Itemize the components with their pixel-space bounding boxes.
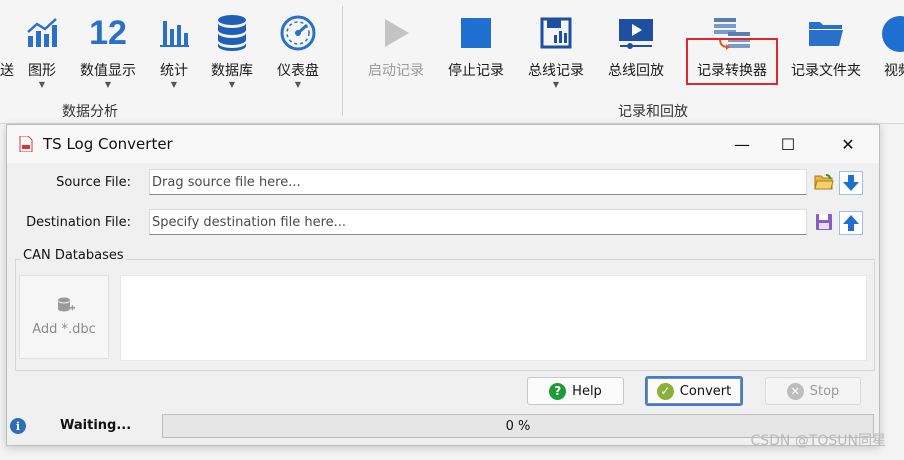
stop-record-label: 停止记录 [448, 63, 504, 79]
group-label-data-analysis: 数据分析 [62, 104, 118, 120]
dialog-titlebar[interactable]: TS Log Converter — ☐ ✕ [7, 125, 879, 163]
bus-record-button[interactable]: 总线记录 ▼ [524, 10, 588, 90]
ribbon-toolbar: 送 图形 ▼ 12 数值显示 ▼ 统计 ▼ 数据库 ▼ 仪表盘 ▼ 数据分析 启… [0, 0, 904, 124]
ribbon-separator [342, 6, 343, 116]
line-chart-icon [10, 10, 74, 56]
open-folder-icon [814, 174, 834, 190]
dashboard-button[interactable]: 仪表盘 ▼ [266, 10, 330, 90]
stop-record-button[interactable]: 停止记录 [444, 10, 508, 90]
watermark: CSDN @TOSUN同星 [750, 433, 886, 449]
partial-ribbon-label-right[interactable]: 视频 [884, 60, 904, 80]
dashboard-label: 仪表盘 [277, 63, 319, 79]
play-icon [364, 10, 428, 56]
video-icon [882, 16, 904, 52]
convert-label: Convert [679, 383, 732, 399]
folder-icon [794, 10, 858, 56]
stop-x-icon: ✕ [786, 382, 804, 400]
chevron-down-icon: ▼ [552, 80, 560, 89]
playback-screen-icon [604, 10, 668, 56]
close-icon: ✕ [841, 134, 855, 154]
destination-file-label: Destination File: [26, 215, 131, 230]
stop-button[interactable]: ✕ Stop [765, 377, 861, 405]
log-folder-label: 记录文件夹 [791, 63, 861, 79]
close-button[interactable]: ✕ [825, 129, 871, 159]
status-bar: i Waiting... 0 % [6, 412, 878, 440]
add-dbc-button[interactable]: Add *.dbc [19, 275, 109, 359]
upload-arrow-button[interactable] [839, 211, 863, 235]
chevron-down-icon: ▼ [104, 80, 112, 89]
source-file-input[interactable] [150, 170, 794, 194]
log-converter-dialog: TS Log Converter — ☐ ✕ Source File: Dest… [6, 124, 880, 446]
start-record-label: 启动记录 [368, 63, 424, 79]
bus-record-label: 总线记录 [528, 63, 584, 79]
download-arrow-button[interactable] [839, 171, 863, 195]
video-partial-button[interactable] [882, 10, 904, 56]
convert-button[interactable]: ✓ Convert [645, 376, 743, 406]
help-label: Help [572, 383, 602, 399]
number-icon-text: 12 [89, 13, 127, 52]
database-button[interactable]: 数据库 ▼ [200, 10, 264, 90]
bus-playback-label: 总线回放 [608, 63, 664, 79]
save-file-button[interactable] [813, 211, 835, 233]
stop-label: Stop [809, 383, 840, 399]
can-databases-title: CAN Databases [21, 248, 126, 263]
bus-record-icon [524, 10, 588, 56]
minimize-button[interactable]: — [719, 129, 765, 159]
database-add-icon [58, 297, 75, 312]
destination-file-field[interactable] [149, 209, 807, 235]
number-icon: 12 [76, 10, 140, 56]
open-file-button[interactable] [813, 171, 835, 193]
document-icon [19, 135, 33, 153]
log-folder-button[interactable]: 记录文件夹 [791, 10, 861, 90]
maximize-icon: ☐ [780, 134, 796, 154]
bus-playback-button[interactable]: 总线回放 [604, 10, 668, 90]
add-dbc-label: Add *.dbc [32, 322, 96, 337]
source-file-field[interactable] [149, 169, 807, 195]
stop-icon [444, 10, 508, 56]
numeric-display-button[interactable]: 12 数值显示 ▼ [76, 10, 140, 90]
minimize-icon: — [734, 134, 750, 154]
database-icon [200, 10, 264, 56]
bar-chart-icon [142, 10, 206, 56]
destination-file-input[interactable] [150, 210, 794, 234]
chevron-down-icon: ▼ [294, 80, 302, 89]
group-label-record-playback: 记录和回放 [618, 104, 688, 120]
chevron-down-icon: ▼ [170, 80, 178, 89]
graphics-button[interactable]: 图形 ▼ [10, 10, 74, 90]
help-icon: ? [549, 382, 567, 400]
maximize-button[interactable]: ☐ [765, 129, 811, 159]
arrow-down-icon [843, 175, 859, 191]
dialog-title: TS Log Converter [43, 135, 173, 153]
gauge-icon [266, 10, 330, 56]
help-button[interactable]: ? Help [527, 377, 624, 405]
arrow-up-icon [843, 215, 859, 231]
checkmark-icon: ✓ [656, 382, 674, 400]
dbc-list[interactable] [120, 275, 867, 361]
highlight-annotation [686, 38, 778, 85]
source-file-label: Source File: [56, 175, 131, 190]
start-record-button[interactable]: 启动记录 [364, 10, 428, 90]
status-text: Waiting... [60, 418, 132, 433]
save-disk-icon [816, 214, 832, 230]
chevron-down-icon: ▼ [228, 80, 236, 89]
chevron-down-icon: ▼ [38, 80, 46, 89]
info-icon: i [10, 418, 26, 434]
